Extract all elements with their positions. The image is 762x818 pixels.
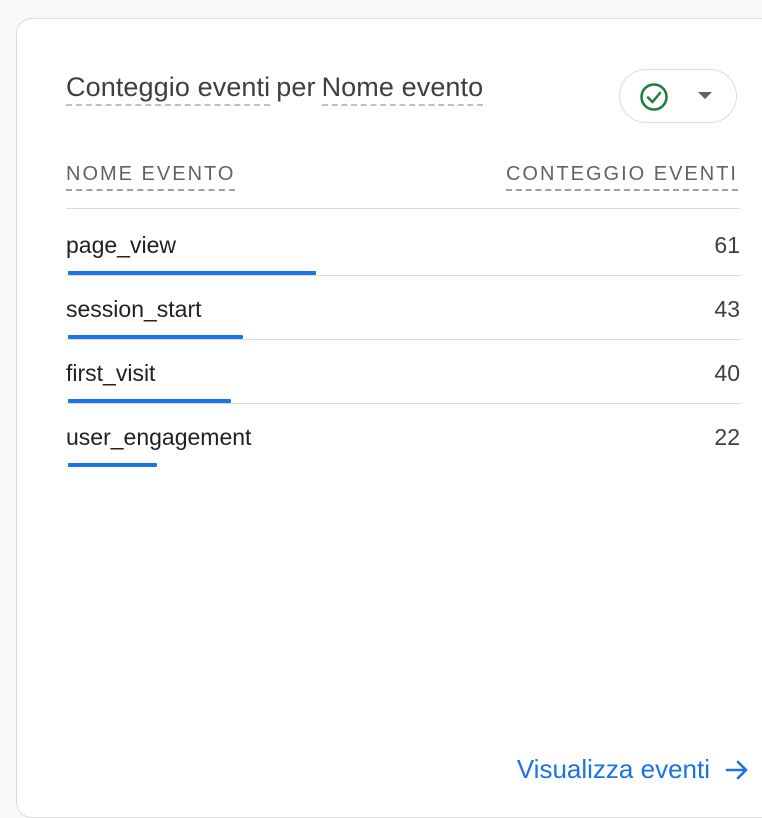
metric-label[interactable]: Conteggio eventi bbox=[66, 72, 271, 106]
dimension-label[interactable]: Nome evento bbox=[321, 72, 484, 106]
event-count: 22 bbox=[714, 424, 740, 450]
event-name: session_start bbox=[66, 296, 202, 322]
table-row[interactable]: page_view 61 bbox=[66, 210, 740, 276]
card-title: Conteggio eventi per Nome evento bbox=[66, 72, 484, 106]
header-divider bbox=[66, 208, 740, 209]
event-name: first_visit bbox=[66, 360, 156, 386]
title-connector: per bbox=[276, 72, 316, 102]
count-bar bbox=[68, 463, 157, 467]
view-events-link[interactable]: Visualizza eventi bbox=[517, 754, 750, 785]
view-events-label: Visualizza eventi bbox=[516, 754, 710, 784]
column-header-event-name[interactable]: NOME EVENTO bbox=[66, 163, 236, 191]
table-row[interactable]: session_start 43 bbox=[66, 274, 740, 340]
status-dropdown-button[interactable] bbox=[619, 69, 737, 123]
table-row[interactable]: first_visit 40 bbox=[66, 338, 740, 404]
event-name: user_engagement bbox=[66, 424, 252, 450]
arrow-right-icon bbox=[725, 760, 748, 779]
check-circle-icon bbox=[640, 83, 668, 111]
event-count: 61 bbox=[714, 232, 740, 258]
event-count: 40 bbox=[714, 360, 740, 386]
event-name: page_view bbox=[66, 232, 176, 258]
table-row[interactable]: user_engagement 22 bbox=[66, 402, 740, 467]
column-header-event-count[interactable]: CONTEGGIO EVENTI bbox=[505, 163, 738, 191]
event-count: 43 bbox=[714, 296, 740, 322]
chevron-down-icon bbox=[698, 92, 712, 99]
